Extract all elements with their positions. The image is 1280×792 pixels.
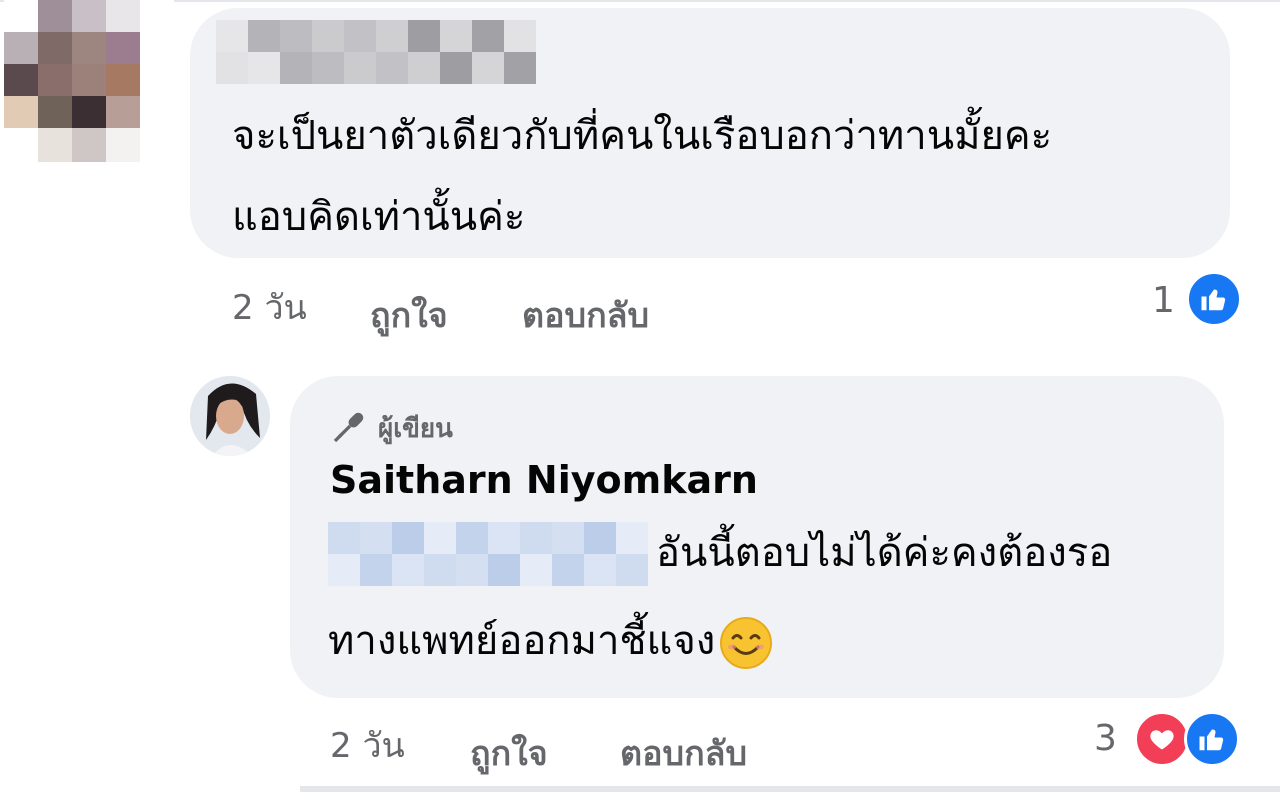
author-badge-label: ผู้เขียน xyxy=(378,413,453,444)
comment-timestamp[interactable]: 2 วัน xyxy=(330,718,405,772)
blurred-author-name[interactable] xyxy=(216,20,536,86)
comment-text: อันนี้ตอบไม่ได้ค่ะคงต้องรอ xyxy=(656,530,1113,576)
blurred-mention[interactable] xyxy=(328,522,648,586)
comment-text-line: ทางแพทย์ออกมาชี้แจง xyxy=(328,618,716,664)
comment-text: แอบคิดเท่านั้นค่ะ xyxy=(232,194,526,240)
top-divider xyxy=(0,0,1280,2)
heart-icon[interactable] xyxy=(1134,711,1190,767)
smiling-face-icon xyxy=(719,616,773,670)
comment-text: ทางแพทย์ออกมาชี้แจง xyxy=(328,600,773,682)
like-button[interactable]: ถูกใจ xyxy=(370,288,448,342)
like-icon[interactable] xyxy=(1186,271,1242,327)
reaction-count[interactable]: 1 xyxy=(1152,280,1175,321)
comment-timestamp[interactable]: 2 วัน xyxy=(232,280,307,334)
reaction-count[interactable]: 3 xyxy=(1094,718,1117,759)
avatar[interactable] xyxy=(4,0,180,162)
author-name[interactable]: Saitharn Niyomkarn xyxy=(330,458,758,502)
bottom-divider xyxy=(300,786,1280,792)
like-icon[interactable] xyxy=(1184,711,1240,767)
reply-button[interactable]: ตอบกลับ xyxy=(522,288,649,342)
microphone-icon xyxy=(330,406,370,450)
comment-text: จะเป็นยาตัวเดียวกับที่คนในเรือบอกว่าทานม… xyxy=(232,113,1053,159)
reply-button[interactable]: ตอบกลับ xyxy=(620,726,747,780)
like-button[interactable]: ถูกใจ xyxy=(470,726,548,780)
avatar[interactable] xyxy=(190,376,270,456)
author-badge: ผู้เขียน xyxy=(330,408,453,448)
